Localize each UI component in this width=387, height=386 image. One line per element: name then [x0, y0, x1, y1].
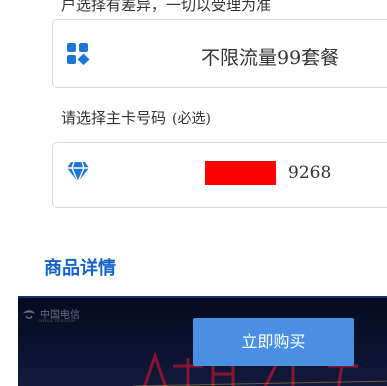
- banner-top-line: [18, 296, 387, 298]
- buy-now-button[interactable]: 立即购买: [193, 318, 354, 366]
- brand-sub: CHINA TELECOM: [38, 318, 76, 323]
- section-title-product-details: 商品详情: [44, 258, 116, 279]
- number-select-label: 请选择主卡号码 (必选): [61, 108, 211, 129]
- apps-grid-icon: [66, 42, 91, 69]
- china-telecom-logo: 中国电信 CHINA TELECOM: [22, 306, 80, 323]
- telecom-logo-icon: [23, 309, 35, 319]
- service-notice: 户选择有差异，一切以受理为准: [61, 0, 272, 14]
- number-select-label-text: 请选择主卡号码: [61, 109, 167, 127]
- required-tag: (必选): [172, 111, 211, 127]
- number-select-field[interactable]: 9268: [52, 142, 387, 208]
- diamond-icon: [66, 161, 90, 187]
- phone-number-suffix: 9268: [288, 163, 332, 183]
- redacted-number-prefix: [205, 161, 276, 185]
- plan-select-field[interactable]: 不限流量99套餐: [52, 19, 387, 88]
- plan-name: 不限流量99套餐: [201, 47, 340, 69]
